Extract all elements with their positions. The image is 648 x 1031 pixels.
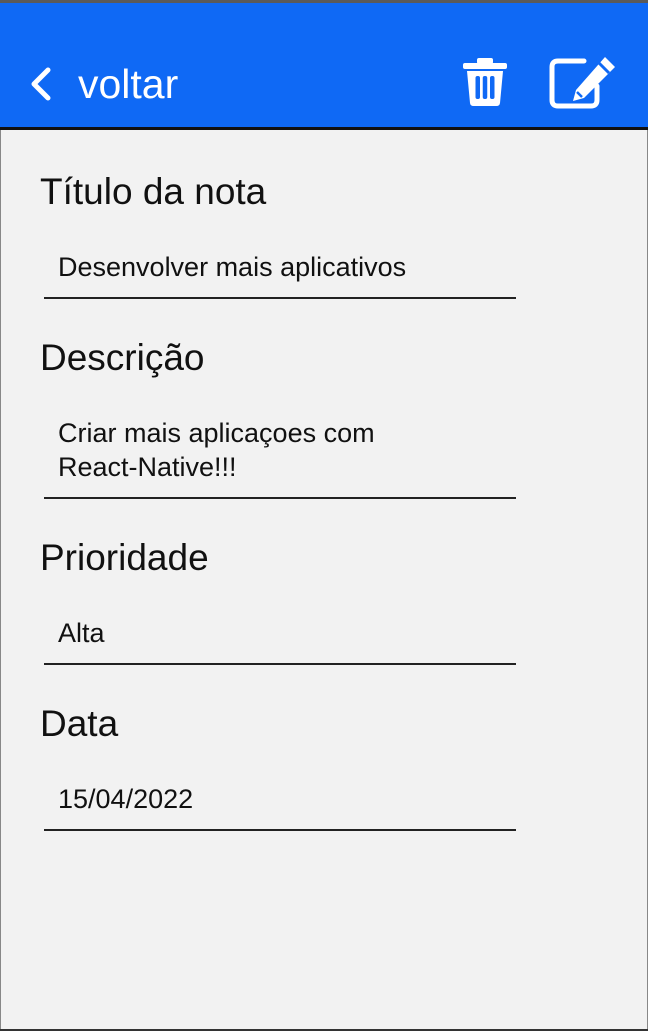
back-label: voltar	[78, 60, 179, 107]
top-app-bar: voltar	[0, 0, 648, 130]
edit-icon	[549, 57, 615, 109]
title-label: Título da nota	[40, 171, 267, 212]
description-field[interactable]: Criar mais aplicaçoes com React-Native!!…	[58, 416, 488, 484]
priority-label: Prioridade	[40, 537, 209, 578]
description-label: Descrição	[40, 337, 205, 378]
date-field[interactable]: 15/04/2022	[58, 782, 488, 816]
title-field[interactable]: Desenvolver mais aplicativos	[58, 250, 488, 284]
description-underline	[44, 497, 516, 499]
date-underline	[44, 829, 516, 831]
back-button[interactable]: voltar	[26, 55, 178, 113]
priority-underline	[44, 663, 516, 665]
delete-button[interactable]	[462, 57, 508, 107]
edit-button[interactable]	[548, 55, 618, 109]
title-underline	[44, 297, 516, 299]
chevron-left-icon	[31, 67, 51, 101]
priority-field[interactable]: Alta	[58, 616, 488, 650]
left-border	[0, 130, 1, 1031]
date-label: Data	[40, 703, 119, 744]
trash-icon	[463, 58, 507, 106]
